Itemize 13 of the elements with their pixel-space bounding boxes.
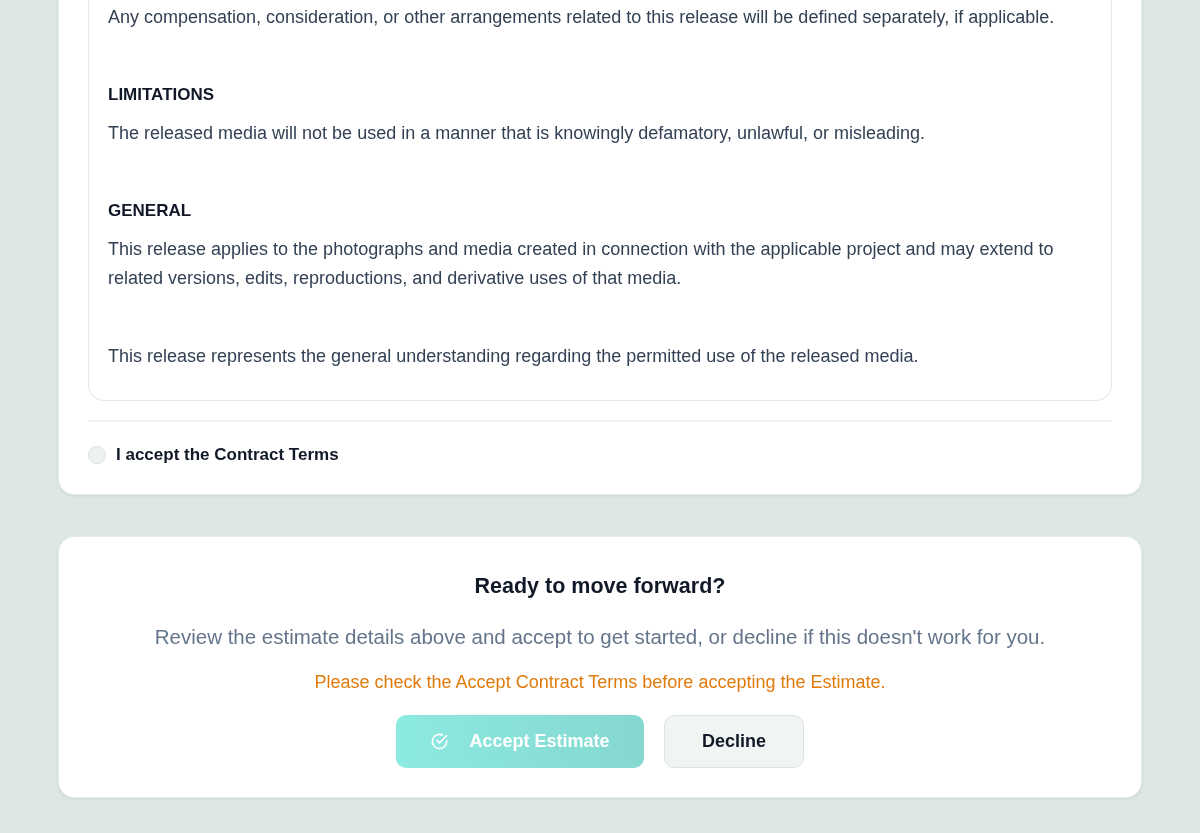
checkbox-label[interactable]: I accept the Contract Terms	[116, 444, 339, 466]
terms-paragraph: Any compensation, consideration, or other arrangements related to this release will be defined separately, if applicable.	[108, 6, 1056, 29]
terms-paragraph: This release represents the general understanding regarding the permitted use of the released media.	[108, 345, 920, 368]
check-circle-icon	[430, 732, 450, 751]
cta-description: Review the estimate details above and accept to get started, or decline if this doesn't work for you.	[154, 624, 1046, 650]
cta-title: Ready to move forward?	[474, 573, 726, 600]
section-heading: LIMITATIONS	[108, 84, 216, 106]
accept-checkbox[interactable]	[88, 446, 106, 464]
decline-button[interactable]: Decline	[664, 715, 804, 768]
terms-paragraph: The released media will not be used in a manner that is knowingly defamatory, unlawful, or misleading.	[108, 122, 927, 145]
section-heading: GENERAL	[108, 200, 193, 222]
terms-paragraph: This release applies to the photographs and media created in connection with the applicable project and may extend to related versions, edits, reproductions, and derivative uses of that media.	[108, 238, 1055, 290]
warning-message: Please check the Accept Contract Terms before accepting the Estimate.	[314, 671, 886, 693]
